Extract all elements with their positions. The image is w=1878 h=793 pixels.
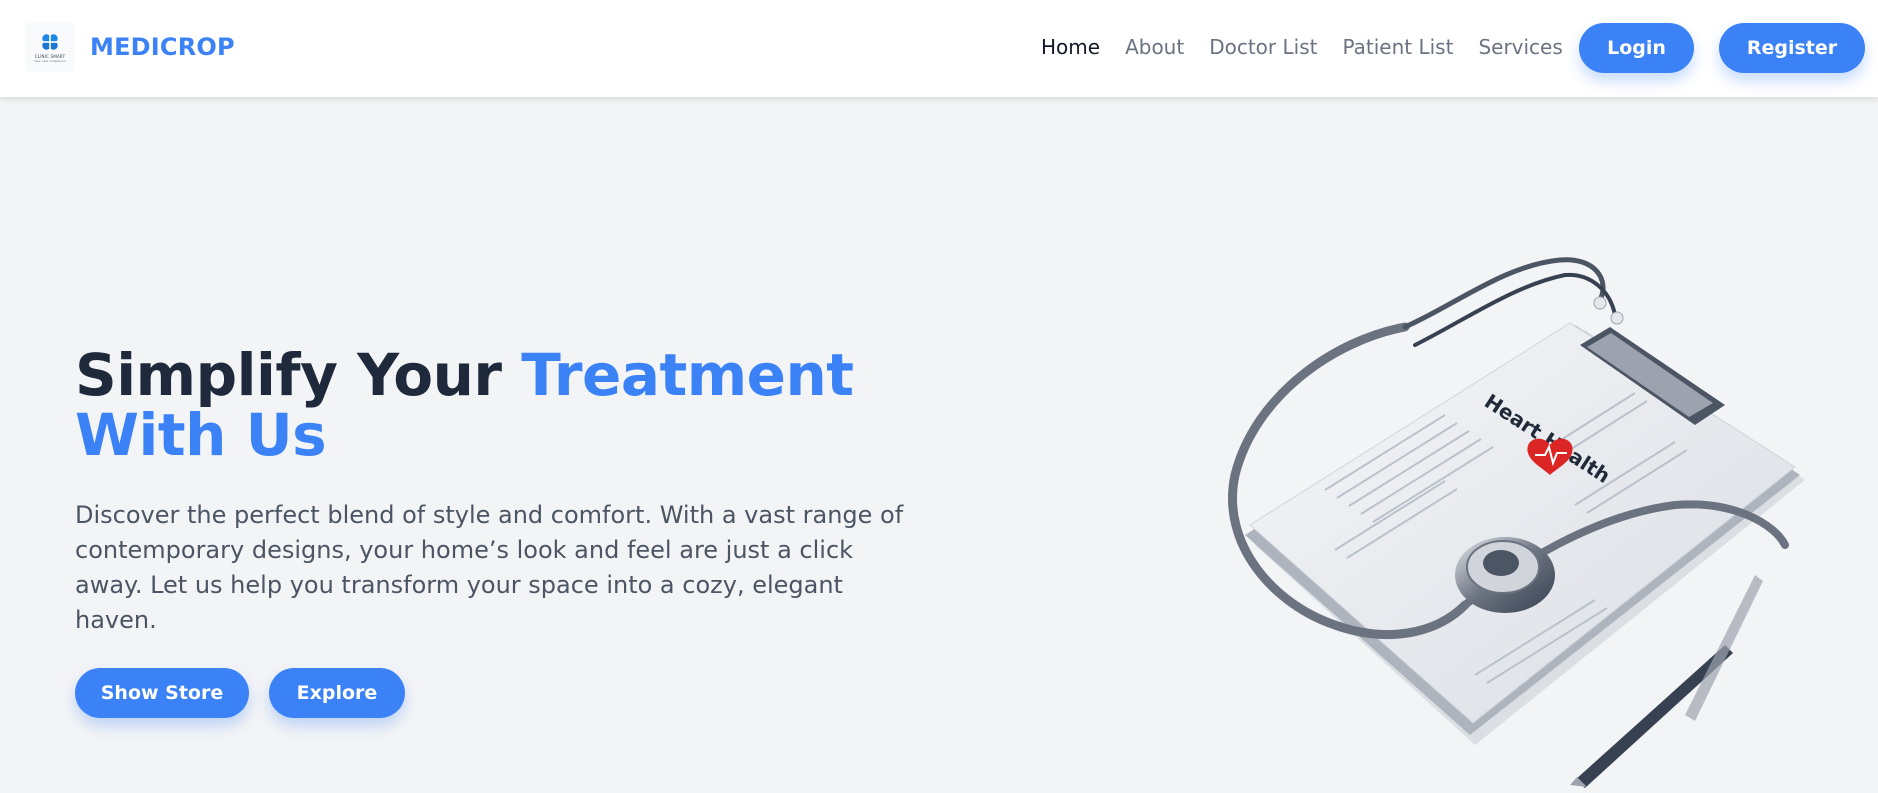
explore-button[interactable]: Explore [269, 668, 405, 718]
main-nav: Home About Doctor List Patient List Serv… [1041, 35, 1563, 59]
nav-link-home[interactable]: Home [1041, 35, 1100, 59]
logo[interactable]: CLINIC SMART Your care companion [25, 22, 75, 72]
nav-link-patient-list[interactable]: Patient List [1342, 35, 1453, 59]
top-navbar: CLINIC SMART Your care companion MEDICRO… [0, 0, 1878, 97]
stethoscope-clipboard-illustration: Heart Health [1228, 257, 1805, 788]
hero-title-part1: Simplify Your [75, 341, 522, 409]
nav-link-about[interactable]: About [1125, 35, 1184, 59]
nav-link-doctor-list[interactable]: Doctor List [1209, 35, 1317, 59]
hero-description: Discover the perfect blend of style and … [75, 501, 904, 634]
logo-subtext: Your care companion [34, 58, 66, 63]
register-button[interactable]: Register [1719, 23, 1865, 73]
brand-name[interactable]: MEDICROP [90, 33, 235, 61]
clover-medical-icon [42, 33, 58, 50]
show-store-button[interactable]: Show Store [75, 668, 249, 718]
nav-link-services[interactable]: Services [1478, 35, 1562, 59]
hero-title: Simplify Your Treatment With Us [75, 345, 895, 465]
login-button[interactable]: Login [1579, 23, 1694, 73]
